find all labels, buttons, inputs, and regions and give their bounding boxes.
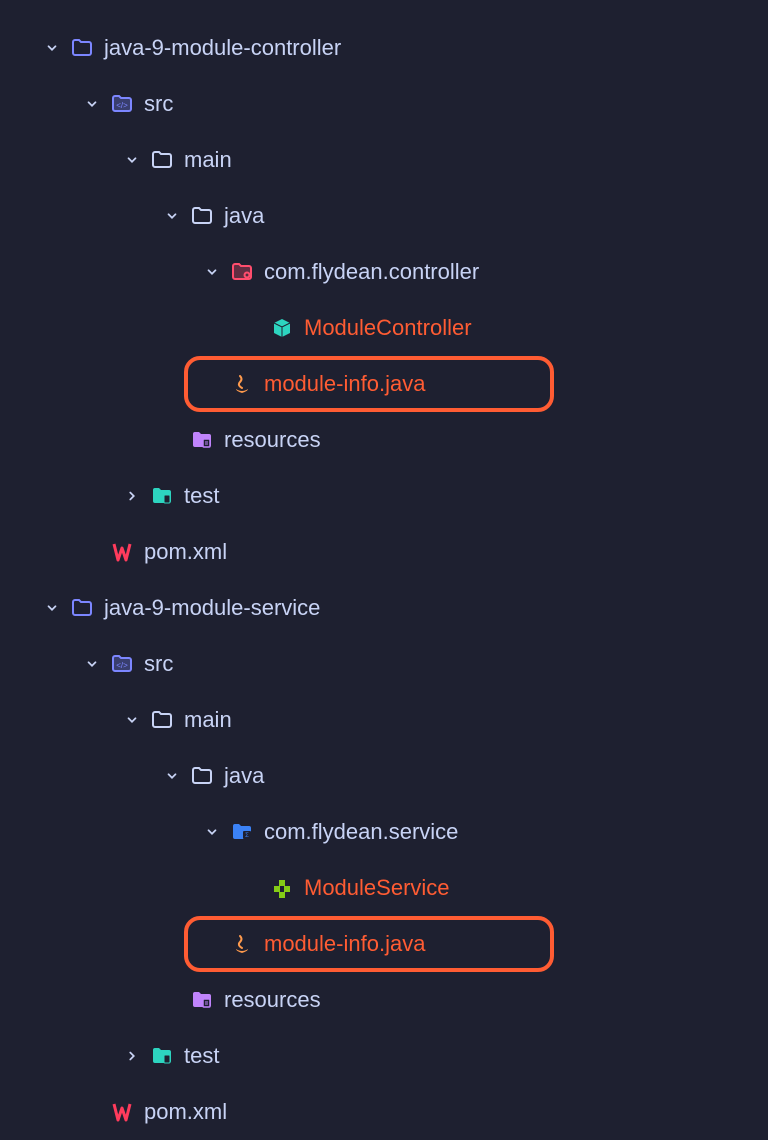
- chevron-down-icon: [204, 264, 220, 280]
- tree-java-folder[interactable]: java: [0, 188, 768, 244]
- chevron-down-icon: [164, 768, 180, 784]
- chevron-down-icon: [124, 712, 140, 728]
- java-file-icon: [228, 370, 256, 398]
- pom-label: pom.xml: [144, 1099, 227, 1125]
- chevron-right-icon: [124, 1048, 140, 1064]
- src-folder-icon: </>: [108, 90, 136, 118]
- chevron-down-icon: [164, 208, 180, 224]
- src-folder-icon: </>: [108, 650, 136, 678]
- class-label: ModuleService: [304, 875, 450, 901]
- resources-label: resources: [224, 987, 321, 1013]
- test-label: test: [184, 1043, 219, 1069]
- resources-label: resources: [224, 427, 321, 453]
- tree-java-folder[interactable]: java: [0, 748, 768, 804]
- test-folder-icon: [148, 1042, 176, 1070]
- package-label: com.flydean.controller: [264, 259, 479, 285]
- tree-main-folder[interactable]: main: [0, 132, 768, 188]
- pom-label: pom.xml: [144, 539, 227, 565]
- abstract-icon: [268, 874, 296, 902]
- svg-text:Σ: Σ: [245, 833, 249, 839]
- tree-pom-file[interactable]: pom.xml: [0, 524, 768, 580]
- tree-resources-folder[interactable]: resources: [0, 972, 768, 1028]
- chevron-right-icon: [124, 488, 140, 504]
- chevron-down-icon: [204, 824, 220, 840]
- package-label: com.flydean.service: [264, 819, 458, 845]
- test-label: test: [184, 483, 219, 509]
- folder-icon: [148, 706, 176, 734]
- tree-main-folder[interactable]: main: [0, 692, 768, 748]
- module-info-label: module-info.java: [264, 931, 425, 957]
- chevron-down-icon: [44, 600, 60, 616]
- folder-icon: [188, 762, 216, 790]
- maven-icon: [108, 538, 136, 566]
- class-label: ModuleController: [304, 315, 472, 341]
- folder-icon: [68, 594, 96, 622]
- java-label: java: [224, 763, 264, 789]
- package-icon: Σ: [228, 818, 256, 846]
- svg-text:</>: </>: [116, 661, 128, 670]
- chevron-down-icon: [44, 40, 60, 56]
- tree-package[interactable]: Σ com.flydean.service: [0, 804, 768, 860]
- chevron-down-icon: [84, 96, 100, 112]
- module-name: java-9-module-controller: [104, 35, 341, 61]
- main-label: main: [184, 707, 232, 733]
- tree-pom-file[interactable]: pom.xml: [0, 1084, 768, 1140]
- test-folder-icon: [148, 482, 176, 510]
- tree-test-folder[interactable]: test: [0, 468, 768, 524]
- tree-test-folder[interactable]: test: [0, 1028, 768, 1084]
- java-file-icon: [228, 930, 256, 958]
- tree-src-folder[interactable]: </> src: [0, 76, 768, 132]
- resources-icon: [188, 986, 216, 1014]
- tree-src-folder[interactable]: </> src: [0, 636, 768, 692]
- tree-class-file[interactable]: ModuleController: [0, 300, 768, 356]
- tree-resources-folder[interactable]: resources: [0, 412, 768, 468]
- class-icon: [268, 314, 296, 342]
- chevron-down-icon: [124, 152, 140, 168]
- tree-class-file[interactable]: ModuleService: [0, 860, 768, 916]
- chevron-down-icon: [84, 656, 100, 672]
- src-label: src: [144, 91, 173, 117]
- maven-icon: [108, 1098, 136, 1126]
- java-label: java: [224, 203, 264, 229]
- main-label: main: [184, 147, 232, 173]
- src-label: src: [144, 651, 173, 677]
- module-info-label: module-info.java: [264, 371, 425, 397]
- folder-icon: [68, 34, 96, 62]
- package-icon: [228, 258, 256, 286]
- tree-module-info-file[interactable]: module-info.java: [184, 916, 554, 972]
- tree-package[interactable]: com.flydean.controller: [0, 244, 768, 300]
- tree-module-folder[interactable]: java-9-module-controller: [0, 20, 768, 76]
- svg-text:</>: </>: [116, 101, 128, 110]
- folder-icon: [148, 146, 176, 174]
- tree-module-info-file[interactable]: module-info.java: [184, 356, 554, 412]
- resources-icon: [188, 426, 216, 454]
- module-name: java-9-module-service: [104, 595, 320, 621]
- folder-icon: [188, 202, 216, 230]
- tree-module-folder[interactable]: java-9-module-service: [0, 580, 768, 636]
